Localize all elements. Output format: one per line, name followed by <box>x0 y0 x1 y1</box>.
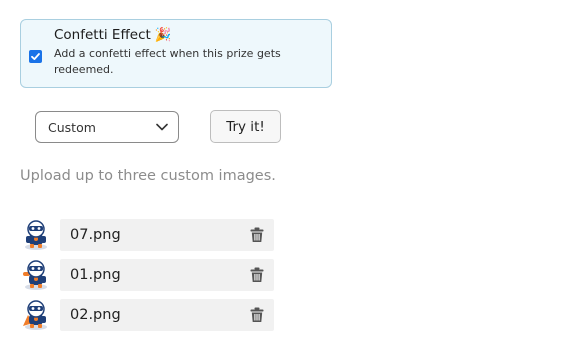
trash-icon[interactable] <box>250 307 264 323</box>
trash-icon[interactable] <box>250 267 264 283</box>
image-filename-field: 01.png <box>60 259 274 291</box>
confetti-title-row: Confetti Effect 🎉 <box>54 27 172 43</box>
party-popper-icon: 🎉 <box>154 27 172 43</box>
mascot-image-thumbnail <box>23 260 47 290</box>
select-value: Custom <box>48 119 96 135</box>
effect-style-select[interactable]: Custom <box>35 111 179 143</box>
confetti-checkbox[interactable] <box>29 50 42 63</box>
image-row: 02.png <box>20 299 274 331</box>
confetti-effect-card: Confetti Effect 🎉 Add a confetti effect … <box>20 19 332 88</box>
image-row: 07.png <box>20 219 274 251</box>
image-filename: 02.png <box>70 307 121 323</box>
mascot-image-thumbnail <box>25 220 47 250</box>
image-filename-field: 07.png <box>60 219 274 251</box>
image-filename: 01.png <box>70 267 121 283</box>
chevron-down-icon <box>156 123 168 131</box>
trash-icon[interactable] <box>250 227 264 243</box>
image-filename-field: 02.png <box>60 299 274 331</box>
mascot-image-thumbnail <box>23 300 47 330</box>
upload-instructions: Upload up to three custom images. <box>20 168 276 184</box>
image-filename: 07.png <box>70 227 121 243</box>
confetti-title: Confetti Effect <box>54 27 151 43</box>
try-it-button[interactable]: Try it! <box>210 110 281 143</box>
check-icon <box>31 53 40 60</box>
image-row: 01.png <box>20 259 274 291</box>
confetti-description: Add a confetti effect when this prize ge… <box>54 47 281 76</box>
